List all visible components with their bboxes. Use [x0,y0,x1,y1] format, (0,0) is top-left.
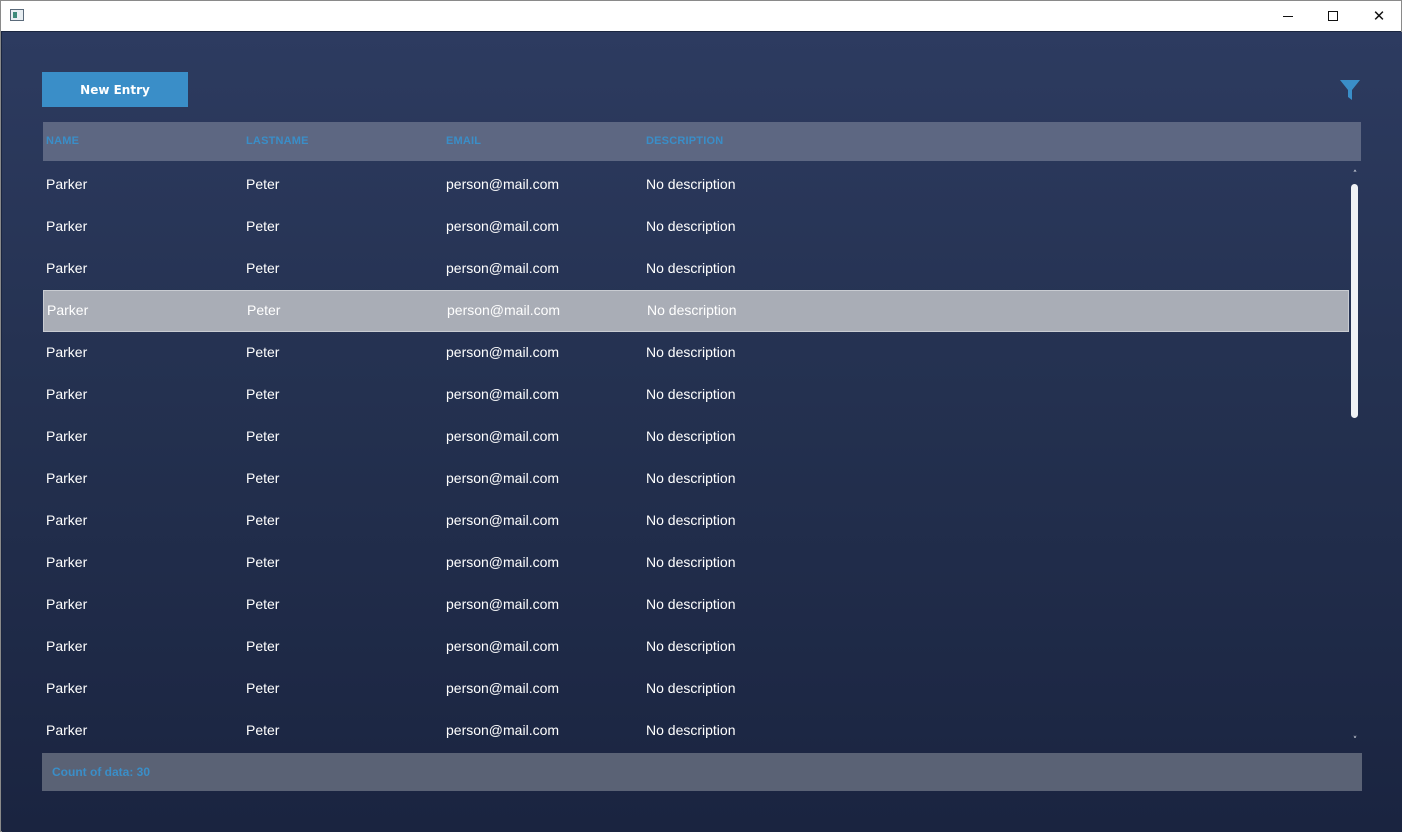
cell-name: Parker [46,722,88,738]
cell-lastname: Peter [247,302,281,318]
scroll-down-icon[interactable]: ˅ [1350,736,1360,746]
cell-name: Parker [46,596,88,612]
cell-email: person@mail.com [446,176,560,192]
main-content: New Entry NAME LASTNAME EMAIL DESCRIPTIO… [2,32,1402,832]
cell-description: No description [646,344,736,360]
cell-description: No description [646,638,736,654]
cell-email: person@mail.com [446,512,560,528]
table-row[interactable]: Parker Peter person@mail.com No description [43,710,1349,744]
cell-email: person@mail.com [446,428,560,444]
cell-email: person@mail.com [446,260,560,276]
cell-name: Parker [46,470,88,486]
table-row[interactable]: Parker Peter person@mail.com No description [43,668,1349,710]
cell-name: Parker [46,344,88,360]
cell-name: Parker [47,302,89,318]
cell-name: Parker [46,260,88,276]
table-header: NAME LASTNAME EMAIL DESCRIPTION [43,122,1361,161]
table-row[interactable]: Parker Peter person@mail.com No description [43,290,1349,332]
table-row[interactable]: Parker Peter person@mail.com No description [43,206,1349,248]
table-row[interactable]: Parker Peter person@mail.com No description [43,164,1349,206]
cell-description: No description [646,176,736,192]
table-body: Parker Peter person@mail.com No description… [43,164,1349,744]
table-row[interactable]: Parker Peter person@mail.com No description [43,248,1349,290]
cell-email: person@mail.com [446,554,560,570]
cell-description: No description [646,218,736,234]
filter-icon[interactable] [1339,79,1361,101]
cell-email: person@mail.com [446,218,560,234]
app-icon [10,9,24,21]
column-header-description[interactable]: DESCRIPTION [646,135,723,147]
cell-name: Parker [46,428,88,444]
cell-email: person@mail.com [446,386,560,402]
new-entry-button[interactable]: New Entry [42,72,188,107]
table-row[interactable]: Parker Peter person@mail.com No description [43,332,1349,374]
cell-description: No description [646,260,736,276]
cell-lastname: Peter [246,176,280,192]
minimize-icon [1283,15,1293,17]
cell-name: Parker [46,554,88,570]
cell-email: person@mail.com [446,470,560,486]
cell-lastname: Peter [246,344,280,360]
cell-name: Parker [46,176,88,192]
cell-description: No description [646,554,736,570]
cell-lastname: Peter [246,680,280,696]
cell-lastname: Peter [246,554,280,570]
table-row[interactable]: Parker Peter person@mail.com No description [43,542,1349,584]
vertical-scrollbar[interactable]: ˄ ˅ [1349,170,1361,746]
cell-name: Parker [46,512,88,528]
column-header-email[interactable]: EMAIL [446,135,481,147]
cell-lastname: Peter [246,638,280,654]
cell-email: person@mail.com [446,344,560,360]
cell-email: person@mail.com [446,680,560,696]
cell-description: No description [646,680,736,696]
title-bar: ✕ [1,1,1401,31]
cell-name: Parker [46,638,88,654]
cell-description: No description [646,596,736,612]
cell-lastname: Peter [246,596,280,612]
cell-description: No description [647,302,737,318]
cell-email: person@mail.com [446,722,560,738]
minimize-button[interactable] [1265,1,1311,31]
cell-lastname: Peter [246,428,280,444]
table-row[interactable]: Parker Peter person@mail.com No description [43,584,1349,626]
cell-name: Parker [46,680,88,696]
close-icon: ✕ [1372,7,1386,25]
scroll-up-icon[interactable]: ˄ [1350,170,1360,180]
maximize-button[interactable] [1310,1,1356,31]
status-footer: Count of data: 30 [42,753,1362,791]
cell-email: person@mail.com [446,638,560,654]
cell-lastname: Peter [246,722,280,738]
table-row[interactable]: Parker Peter person@mail.com No description [43,416,1349,458]
table-row[interactable]: Parker Peter person@mail.com No description [43,500,1349,542]
cell-lastname: Peter [246,470,280,486]
data-count-label: Count of data: 30 [52,765,150,779]
cell-description: No description [646,722,736,738]
scroll-thumb[interactable] [1351,184,1358,418]
maximize-icon [1328,11,1338,21]
cell-description: No description [646,470,736,486]
table-row[interactable]: Parker Peter person@mail.com No description [43,458,1349,500]
close-button[interactable]: ✕ [1356,1,1402,31]
cell-name: Parker [46,218,88,234]
app-window: ✕ New Entry NAME LASTNAME EMAIL DESCRIPT… [0,0,1402,832]
cell-email: person@mail.com [446,596,560,612]
column-header-name[interactable]: NAME [46,135,79,147]
cell-name: Parker [46,386,88,402]
cell-description: No description [646,428,736,444]
cell-description: No description [646,386,736,402]
cell-lastname: Peter [246,218,280,234]
cell-lastname: Peter [246,386,280,402]
table-row[interactable]: Parker Peter person@mail.com No description [43,374,1349,416]
cell-email: person@mail.com [447,302,561,318]
column-header-lastname[interactable]: LASTNAME [246,135,309,147]
table-row[interactable]: Parker Peter person@mail.com No description [43,626,1349,668]
cell-lastname: Peter [246,260,280,276]
cell-description: No description [646,512,736,528]
cell-lastname: Peter [246,512,280,528]
